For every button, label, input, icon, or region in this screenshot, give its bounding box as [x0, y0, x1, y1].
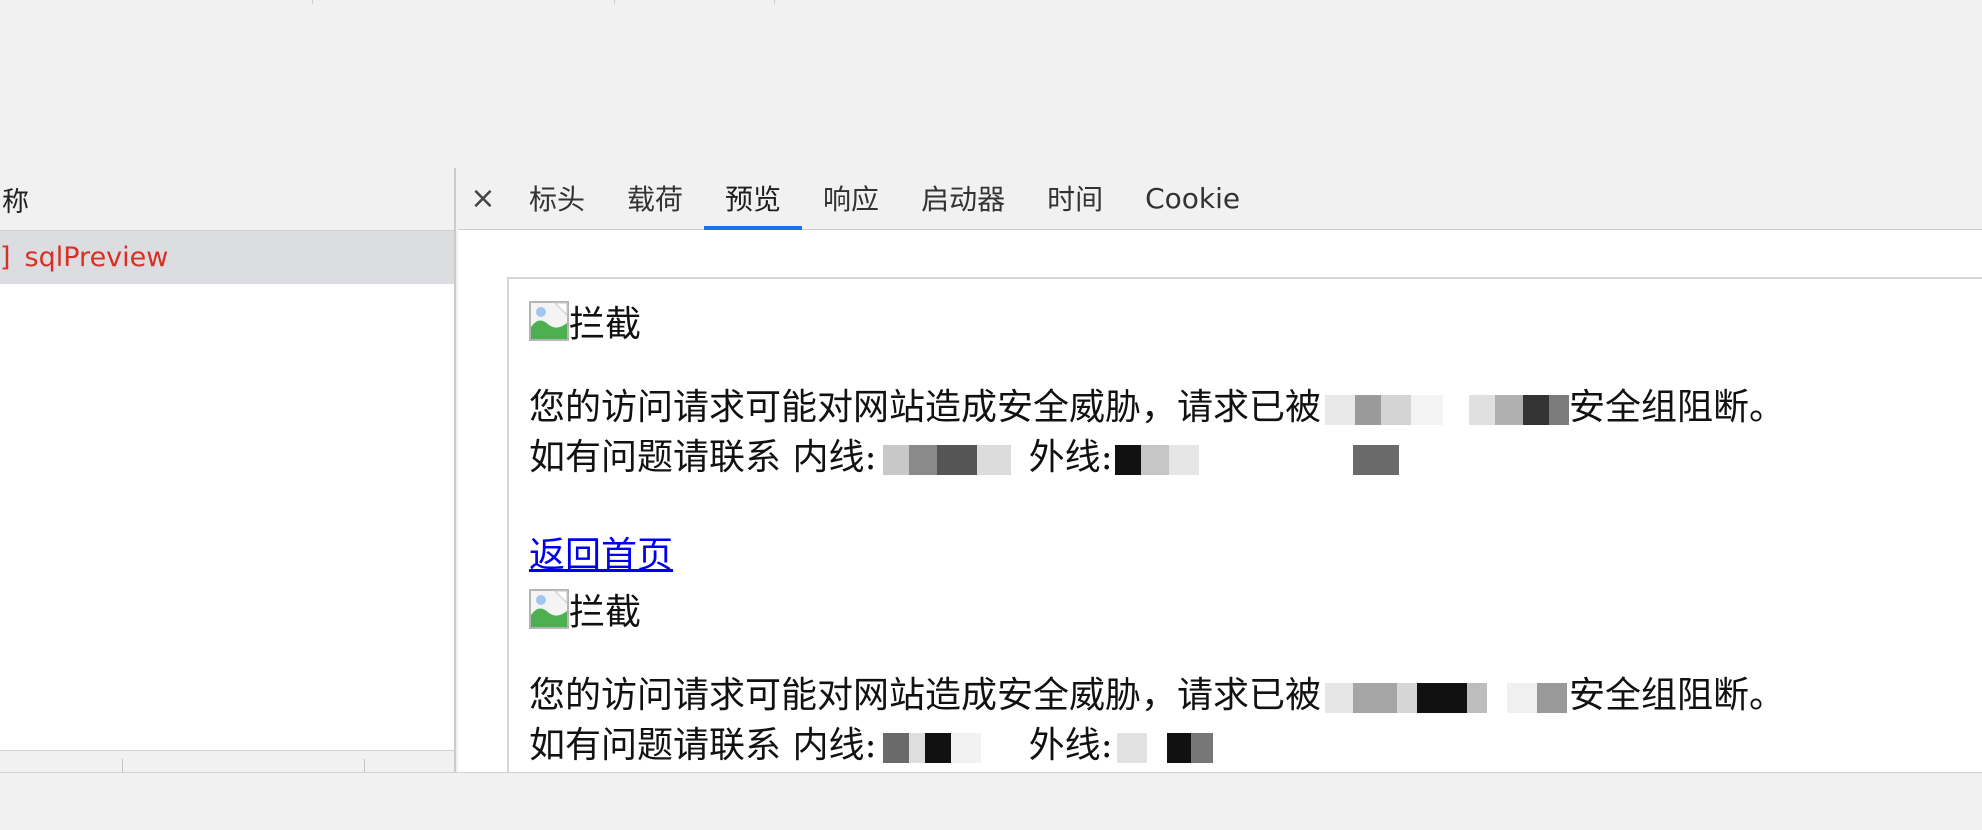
- broken-image-icon: [529, 589, 569, 629]
- tab-response[interactable]: 响应: [802, 167, 900, 229]
- image-alt-text: 拦截: [569, 304, 642, 345]
- block-alert: 拦截: [529, 297, 641, 345]
- html-preview-frame: 拦截 您的访问请求可能对网站造成安全威胁，请求已被 安全组阻断。 如有问题请联系…: [507, 277, 1982, 772]
- threat-message-line: 您的访问请求可能对网站造成安全威胁，请求已被 安全组阻断。: [529, 387, 1786, 428]
- devtools-bottom-strip: [0, 772, 1982, 830]
- tab-initiator[interactable]: 启动器: [900, 167, 1026, 229]
- name-column-header[interactable]: 称: [0, 168, 454, 231]
- redacted-phone: [1113, 733, 1401, 763]
- blocked-image: 拦截: [529, 297, 641, 345]
- block-alert: 拦截: [529, 585, 641, 633]
- redacted-phone: [1113, 445, 1401, 475]
- redacted-phone: [877, 733, 1029, 763]
- block-message: 您的访问请求可能对网站造成安全威胁，请求已被 安全组阻断。 如有问题请联系 内线…: [529, 383, 1785, 483]
- tab-headers[interactable]: 标头: [508, 167, 606, 229]
- request-list-status-bar: [0, 750, 454, 773]
- status-divider: [364, 759, 365, 773]
- threat-message-line: 您的访问请求可能对网站造成安全威胁，请求已被 安全组阻断。: [529, 675, 1786, 716]
- preview-body: 拦截 您的访问请求可能对网站造成安全威胁，请求已被 安全组阻断。 如有问题请联系…: [458, 230, 1982, 772]
- redacted-phone: [877, 445, 1029, 475]
- request-row-sqlpreview[interactable]: ] sqlPreview: [0, 231, 454, 284]
- request-list-pane: 称 ] sqlPreview: [0, 168, 456, 773]
- close-detail-icon[interactable]: ×: [458, 167, 508, 229]
- image-alt-text: 拦截: [569, 592, 642, 633]
- request-name: sqlPreview: [24, 242, 169, 273]
- detail-tabbar: × 标头 载荷 预览 响应 启动器 时间 Cookie: [458, 168, 1982, 230]
- tab-preview[interactable]: 预览: [704, 167, 803, 230]
- redacted-text: [1321, 683, 1569, 713]
- contact-line: 如有问题请联系 内线: 外线:: [529, 721, 1785, 771]
- devtools-top-area: [0, 0, 1982, 168]
- block-link: 返回首页: [529, 531, 673, 581]
- contact-line: 如有问题请联系 内线: 外线:: [529, 433, 1785, 483]
- request-status-bracket: ]: [0, 242, 11, 273]
- broken-image-icon: [529, 301, 569, 341]
- request-detail-pane: × 标头 载荷 预览 响应 启动器 时间 Cookie 拦截 您的访问请求可能对…: [458, 168, 1982, 772]
- tab-timing[interactable]: 时间: [1026, 167, 1124, 229]
- blocked-image: 拦截: [529, 585, 641, 633]
- toolbar-divider: [774, 0, 775, 4]
- tab-payload[interactable]: 载荷: [606, 167, 704, 229]
- toolbar-divider: [614, 0, 615, 4]
- tab-cookies[interactable]: Cookie: [1124, 167, 1261, 229]
- back-to-home-link[interactable]: 返回首页: [529, 535, 673, 576]
- redacted-text: [1321, 395, 1570, 425]
- block-message: 您的访问请求可能对网站造成安全威胁，请求已被 安全组阻断。 如有问题请联系 内线…: [529, 671, 1785, 771]
- name-column-label: 称: [2, 186, 29, 218]
- toolbar-divider: [312, 0, 313, 4]
- status-divider: [122, 759, 123, 773]
